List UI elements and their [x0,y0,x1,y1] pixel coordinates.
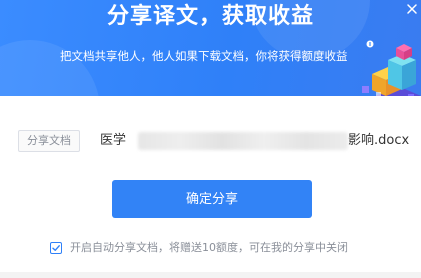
banner-title: 分享译文，获取收益 [106,4,314,29]
close-icon[interactable] [405,2,419,16]
file-name-suffix: 影响.docx [348,133,410,148]
file-row: 分享文档 医学 影响.docx [18,128,413,154]
redacted-file-name [138,132,348,150]
checkmark-icon [52,245,60,251]
share-doc-tag: 分享文档 [18,130,80,152]
banner: 分享译文，获取收益 把文档共享他人，他人如果下载文档，你将获得额度收益 [0,0,421,96]
share-dialog: 分享译文，获取收益 把文档共享他人，他人如果下载文档，你将获得额度收益 分享文档… [0,0,421,278]
stacked-cubes-illustration [362,40,421,96]
confirm-share-button[interactable]: 确定分享 [112,180,312,218]
auto-share-label: 开启自动分享文档，将赠送10额度，可在我的分享中关闭 [70,241,348,254]
file-name-prefix: 医学 [100,133,127,148]
banner-subtitle: 把文档共享他人，他人如果下载文档，你将获得额度收益 [60,49,348,63]
auto-share-checkbox[interactable] [50,242,62,254]
dialog-bottom-edge [0,272,421,278]
